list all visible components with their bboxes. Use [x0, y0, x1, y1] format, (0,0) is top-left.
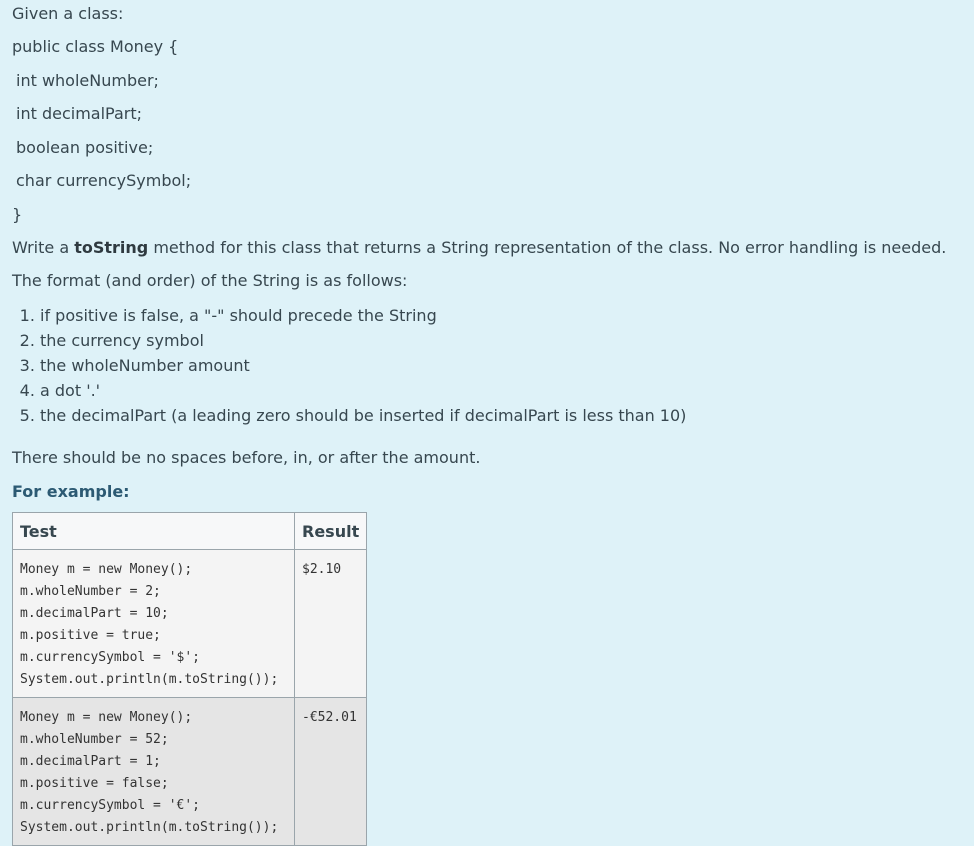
task-pre: Write a: [12, 238, 75, 257]
result-cell: -€52.01: [293, 697, 368, 846]
test-code: Money m = new Money(); m.wholeNumber = 5…: [20, 710, 279, 835]
list-item: if positive is false, a "-" should prece…: [40, 303, 686, 328]
list-item: a dot '.': [40, 378, 686, 403]
format-intro: The format (and order) of the String is …: [12, 271, 408, 290]
field-line: boolean positive;: [16, 138, 154, 157]
field-line: char currencySymbol;: [16, 171, 192, 190]
test-code: Money m = new Money(); m.wholeNumber = 2…: [20, 562, 279, 687]
format-steps-list: if positive is false, a "-" should prece…: [12, 303, 686, 428]
test-cell: Money m = new Money(); m.wholeNumber = 2…: [12, 549, 295, 698]
field-line: int wholeNumber;: [16, 71, 159, 90]
list-item: the decimalPart (a leading zero should b…: [40, 403, 686, 428]
task-post: method for this class that returns a Str…: [148, 238, 947, 257]
class-declaration: public class Money {: [12, 37, 179, 56]
task-method-name: toString: [74, 238, 149, 257]
header-result: Result: [293, 512, 368, 550]
table-header-row: Test Result: [12, 512, 368, 550]
table-row: Money m = new Money(); m.wholeNumber = 2…: [12, 549, 368, 698]
header-test: Test: [12, 512, 295, 550]
test-cell: Money m = new Money(); m.wholeNumber = 5…: [12, 697, 295, 846]
list-item: the currency symbol: [40, 328, 686, 353]
class-close-brace: }: [12, 205, 23, 224]
for-example-heading: For example:: [12, 482, 130, 501]
table-row: Money m = new Money(); m.wholeNumber = 5…: [12, 697, 368, 846]
no-spaces-text: There should be no spaces before, in, or…: [12, 448, 481, 467]
intro-text: Given a class:: [12, 4, 124, 23]
list-item: the wholeNumber amount: [40, 353, 686, 378]
field-line: int decimalPart;: [16, 104, 142, 123]
task-text: Write a toString method for this class t…: [12, 238, 946, 258]
examples-table: Test Result Money m = new Money(); m.who…: [12, 512, 368, 846]
result-code: -€52.01: [302, 710, 357, 725]
result-cell: $2.10: [293, 549, 368, 698]
result-code: $2.10: [302, 562, 342, 577]
